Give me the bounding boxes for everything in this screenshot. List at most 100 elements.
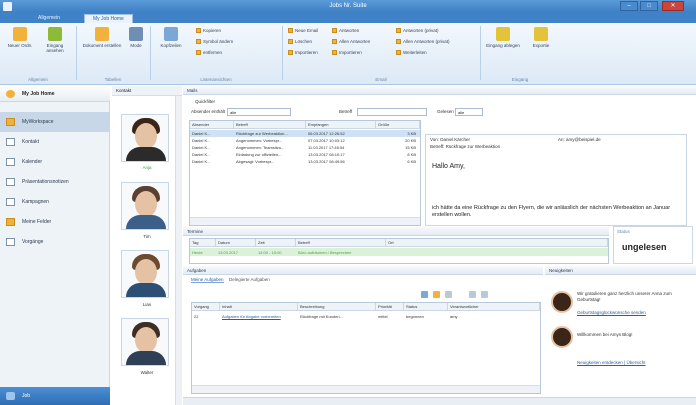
column-header[interactable]: Betreff	[296, 239, 386, 247]
add-task-icon[interactable]	[433, 291, 440, 298]
sidebar-item-myworkspace[interactable]: MyWorkspace	[0, 112, 110, 132]
table-cell[interactable]: 06.03.2017 12:26:52	[306, 130, 376, 137]
column-header[interactable]: Betreff	[234, 121, 306, 129]
tab-allgemein[interactable]: Allgemein	[30, 14, 68, 23]
contacts-scrollbar[interactable]	[175, 96, 182, 405]
view-icon[interactable]	[481, 291, 488, 298]
avatar[interactable]	[121, 250, 169, 298]
import-button[interactable]: Importieren	[288, 50, 318, 56]
mode-button[interactable]: Mode	[126, 27, 146, 48]
reply-all-button[interactable]: Allen Antworten	[332, 39, 370, 45]
tasks-table[interactable]: Vorgang Inhalt Beschreibung Priorität St…	[191, 302, 541, 394]
remove-button[interactable]: entfernen	[196, 50, 222, 56]
mail-list-scrollbar[interactable]	[190, 217, 420, 225]
sidebar-bottom-job[interactable]: Job	[0, 387, 110, 405]
table-cell[interactable]: 20 KB	[376, 137, 420, 144]
column-header[interactable]: Empfangen	[306, 121, 376, 129]
table-cell[interactable]: Rückfrage mit Kunden...	[298, 313, 376, 320]
table-cell[interactable]: Büro aufräumen / Besprechen	[296, 249, 386, 256]
table-cell[interactable]: Angenommen: Teamsitzu...	[234, 144, 306, 151]
table-cell[interactable]: 11.03.2017 17:45:54	[306, 144, 376, 151]
table-cell[interactable]: 15 KB	[376, 144, 420, 151]
table-cell[interactable]: Daniel K...	[190, 137, 234, 144]
delete-button[interactable]: Löschen	[288, 39, 312, 45]
tab-delegated-tasks[interactable]: Delegierte Aufgaben	[229, 277, 270, 282]
contact-name[interactable]: Anja	[112, 165, 182, 170]
change-symbol-button[interactable]: Symbol ändern	[196, 39, 233, 45]
create-document-button[interactable]: Dokument erstellen	[80, 27, 124, 48]
new-email-button[interactable]: Neue Email	[288, 28, 318, 34]
table-cell[interactable]: 13.03.2017	[216, 249, 256, 256]
column-header[interactable]: Absender	[190, 121, 234, 129]
table-cell[interactable]: amy	[448, 313, 540, 320]
refresh-icon[interactable]	[421, 291, 428, 298]
table-cell[interactable]: Einladung zur offiziellen...	[234, 151, 306, 158]
column-header[interactable]: Tag	[190, 239, 216, 247]
close-button[interactable]: ✕	[662, 1, 684, 11]
inbox-button[interactable]: Eingang ansehen	[38, 27, 72, 53]
tab-my-tasks[interactable]: Meine Aufgaben	[191, 277, 224, 283]
avatar[interactable]	[551, 326, 573, 348]
column-header[interactable]: Ort	[386, 239, 608, 247]
sender-filter-select[interactable]: alle	[227, 108, 291, 116]
table-cell[interactable]: Heute	[190, 249, 216, 256]
sidebar-item-processes[interactable]: Vorgänge	[0, 232, 110, 252]
header-button[interactable]: Kopfzeilen	[154, 27, 188, 48]
sidebar-home[interactable]: My Job Home	[0, 86, 110, 102]
column-header[interactable]: Beschreibung	[298, 303, 376, 311]
table-cell[interactable]: begonnen	[404, 313, 448, 320]
table-cell[interactable]	[386, 249, 608, 256]
contact-name[interactable]: Tim	[112, 234, 182, 239]
table-cell[interactable]: Angenommen: Vorbespr...	[234, 137, 306, 144]
avatar[interactable]	[551, 291, 573, 313]
feed-item-link[interactable]: Geburtstagsglückwünsche senden	[577, 310, 646, 315]
feed-item-link[interactable]: Neuigkeiten entdecken | Übersicht	[577, 360, 645, 365]
file-inbox-button[interactable]: Eingang ablegen	[486, 27, 520, 48]
import-2-button[interactable]: Importieren	[332, 50, 362, 56]
column-header[interactable]: Datum	[216, 239, 256, 247]
tab-my-job-home[interactable]: My Job Home	[84, 14, 133, 23]
forward-button[interactable]: Weiterleiten	[396, 50, 427, 56]
table-cell[interactable]: mittel	[376, 313, 404, 320]
contact-name[interactable]: Lias	[112, 302, 182, 307]
column-header[interactable]: Zeit	[256, 239, 296, 247]
table-cell[interactable]: 22	[192, 313, 220, 320]
export-button[interactable]: Exportie	[526, 27, 556, 48]
avatar[interactable]	[121, 114, 169, 162]
table-cell[interactable]: 13.03.2017 08:49:56	[306, 158, 376, 165]
column-header[interactable]: Verantwortlicher	[448, 303, 540, 311]
sidebar-item-contacts[interactable]: Kontakt	[0, 132, 110, 152]
table-cell[interactable]: 8 KB	[376, 151, 420, 158]
copy-button[interactable]: Kopieren	[196, 28, 221, 34]
maximize-button[interactable]: □	[640, 1, 658, 11]
table-cell[interactable]: Daniel K...	[190, 158, 234, 165]
avatar[interactable]	[121, 318, 169, 366]
sidebar-item-notes[interactable]: Präsentationsnotizen	[0, 172, 110, 192]
reply-private-button[interactable]: Antworten (privat)	[396, 28, 439, 34]
table-cell[interactable]: 13.03.2017 08:10:17	[306, 151, 376, 158]
table-cell[interactable]: Rückfrage zur Werbeaktion...	[234, 130, 306, 137]
sidebar-item-fields[interactable]: Meine Felder	[0, 212, 110, 232]
table-cell[interactable]: Daniel K...	[190, 130, 234, 137]
column-header[interactable]: Inhalt	[220, 303, 298, 311]
table-cell[interactable]: 07.03.2017 10:03:12	[306, 137, 376, 144]
table-cell[interactable]: Abgesagt: Vorbespr...	[234, 158, 306, 165]
events-table[interactable]: Tag Datum Zeit Betreff Ort Heute 13.03.2…	[189, 238, 609, 264]
filter-icon[interactable]	[445, 291, 452, 298]
column-header[interactable]: Status	[404, 303, 448, 311]
column-header[interactable]: Priorität	[376, 303, 404, 311]
column-header[interactable]: Größe	[376, 121, 420, 129]
minimize-button[interactable]: –	[620, 1, 638, 11]
table-cell[interactable]: Daniel K...	[190, 151, 234, 158]
mail-list[interactable]: Absender Betreff Empfangen Größe Daniel …	[189, 120, 421, 226]
contact-name[interactable]: Walter	[112, 370, 182, 375]
tasks-scrollbar[interactable]	[192, 385, 540, 393]
reply-all-private-button[interactable]: Allen Antworten (privat)	[396, 39, 450, 45]
table-cell[interactable]: 14:00 - 15:00	[256, 249, 296, 256]
subject-filter-input[interactable]	[357, 108, 427, 116]
sidebar-item-calendar[interactable]: Kalender	[0, 152, 110, 172]
table-cell[interactable]: 3 KB	[376, 130, 420, 137]
table-cell[interactable]: Daniel K...	[190, 144, 234, 151]
new-folder-button[interactable]: Neuer Ordn.	[6, 27, 34, 48]
avatar[interactable]	[121, 182, 169, 230]
